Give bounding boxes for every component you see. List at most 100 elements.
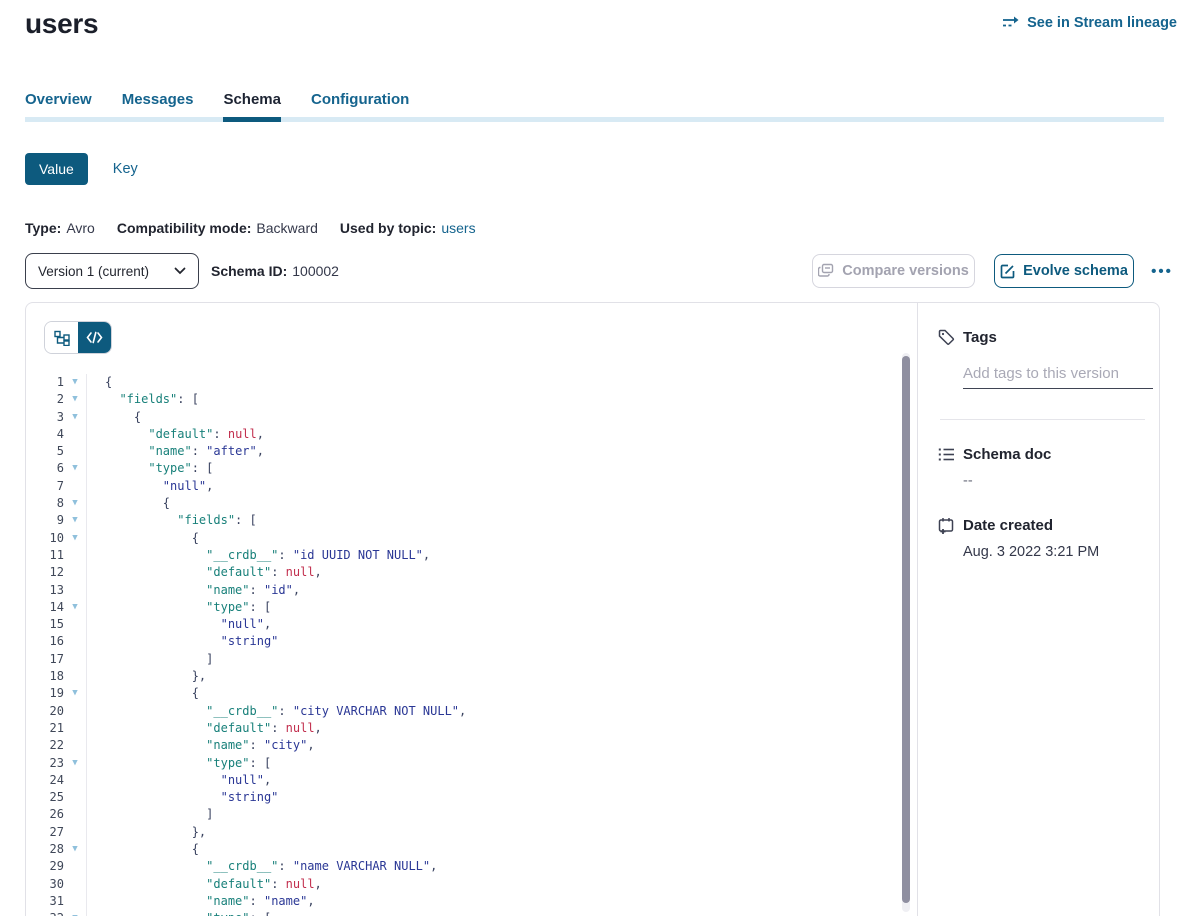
- code-token: :: [278, 859, 292, 873]
- code-token: "city VARCHAR NOT NULL": [293, 704, 459, 718]
- code-token: ,: [459, 704, 466, 718]
- code-text: ]: [86, 651, 897, 668]
- code-token: "default": [148, 427, 213, 441]
- fold-arrow-icon[interactable]: ▼: [64, 460, 86, 477]
- code-text: },: [86, 824, 897, 841]
- fold-spacer: [64, 789, 86, 806]
- line-number: 7: [26, 478, 64, 495]
- fold-arrow-icon[interactable]: ▼: [64, 841, 86, 858]
- code-token: "id": [264, 583, 293, 597]
- schema-code-editor[interactable]: 1▼{2▼ "fields": [3▼ {4 "default": null,5…: [26, 374, 897, 916]
- line-number: 4: [26, 426, 64, 443]
- version-select[interactable]: Version 1 (current): [25, 253, 199, 289]
- code-token: :: [250, 738, 264, 752]
- code-line: 26 ]: [26, 806, 897, 823]
- fold-arrow-icon[interactable]: ▼: [64, 409, 86, 426]
- tree-view-button[interactable]: [45, 322, 78, 353]
- fold-spacer: [64, 858, 86, 875]
- evolve-schema-button[interactable]: Evolve schema: [994, 254, 1134, 288]
- fold-spacer: [64, 651, 86, 668]
- line-number: 21: [26, 720, 64, 737]
- code-token: "string": [221, 634, 279, 648]
- fold-arrow-icon[interactable]: ▼: [64, 391, 86, 408]
- fold-spacer: [64, 564, 86, 581]
- code-token: "name": [206, 583, 249, 597]
- topic-link[interactable]: users: [441, 220, 475, 236]
- code-line: 22 "name": "city",: [26, 737, 897, 754]
- line-number: 27: [26, 824, 64, 841]
- fold-arrow-icon[interactable]: ▼: [64, 512, 86, 529]
- fold-arrow-icon[interactable]: ▼: [64, 530, 86, 547]
- fold-arrow-icon[interactable]: ▼: [64, 910, 86, 916]
- fold-arrow-icon[interactable]: ▼: [64, 495, 86, 512]
- code-token: null: [286, 565, 315, 579]
- fold-spacer: [64, 824, 86, 841]
- code-token: :: [213, 427, 227, 441]
- fold-arrow-icon[interactable]: ▼: [64, 374, 86, 391]
- code-text: "type": [: [86, 460, 897, 477]
- tab-underline-track: [25, 117, 1164, 122]
- code-text: "name": "id",: [86, 582, 897, 599]
- code-text: "__crdb__": "id UUID NOT NULL",: [86, 547, 897, 564]
- code-token: {: [105, 531, 199, 545]
- code-text: ]: [86, 806, 897, 823]
- fold-arrow-icon[interactable]: ▼: [64, 755, 86, 772]
- code-text: "default": null,: [86, 720, 897, 737]
- fold-arrow-icon[interactable]: ▼: [64, 599, 86, 616]
- code-line: 4 "default": null,: [26, 426, 897, 443]
- compatibility-value: Backward: [256, 220, 317, 236]
- code-token: :: [271, 721, 285, 735]
- code-line: 5 "name": "after",: [26, 443, 897, 460]
- more-options-button[interactable]: •••: [1144, 255, 1180, 287]
- schema-code-column: 1▼{2▼ "fields": [3▼ {4 "default": null,5…: [26, 303, 917, 916]
- code-token: "after": [206, 444, 257, 458]
- code-token: ,: [206, 479, 213, 493]
- page-title: users: [25, 8, 98, 40]
- edit-icon: [1000, 264, 1015, 279]
- code-token: : [: [250, 756, 272, 770]
- schema-meta-row: Type: Avro Compatibility mode: Backward …: [25, 220, 476, 236]
- add-tags-input[interactable]: [963, 362, 1153, 389]
- code-token: [105, 427, 148, 441]
- code-text: {: [86, 685, 897, 702]
- stream-lineage-label: See in Stream lineage: [1027, 15, 1177, 31]
- key-tab-button[interactable]: Key: [113, 161, 138, 177]
- line-number: 14: [26, 599, 64, 616]
- code-token: "string": [221, 790, 279, 804]
- code-line: 28▼ {: [26, 841, 897, 858]
- fold-spacer: [64, 443, 86, 460]
- code-text: "null",: [86, 616, 897, 633]
- fold-spacer: [64, 616, 86, 633]
- code-token: {: [105, 496, 170, 510]
- code-view-button[interactable]: [78, 322, 111, 353]
- code-token: "type": [206, 911, 249, 916]
- code-token: "name": [206, 894, 249, 908]
- editor-scrollbar[interactable]: [902, 353, 910, 912]
- schema-doc-title: Schema doc: [963, 446, 1051, 463]
- code-token: :: [271, 877, 285, 891]
- code-token: : [: [192, 461, 214, 475]
- code-token: [105, 859, 206, 873]
- value-tab-button[interactable]: Value: [25, 153, 88, 185]
- code-text: {: [86, 374, 897, 391]
- editor-scrollbar-thumb[interactable]: [902, 356, 910, 903]
- code-token: "type": [206, 600, 249, 614]
- line-number: 32: [26, 910, 64, 916]
- stream-lineage-link[interactable]: See in Stream lineage: [1002, 15, 1177, 31]
- fold-arrow-icon[interactable]: ▼: [64, 685, 86, 702]
- code-line: 9▼ "fields": [: [26, 512, 897, 529]
- code-token: [105, 565, 206, 579]
- code-token: :: [278, 548, 292, 562]
- code-line: 20 "__crdb__": "city VARCHAR NOT NULL",: [26, 703, 897, 720]
- chevron-down-icon: [174, 267, 186, 275]
- code-token: [105, 790, 221, 804]
- line-number: 8: [26, 495, 64, 512]
- code-token: "__crdb__": [206, 548, 278, 562]
- fold-spacer: [64, 893, 86, 910]
- date-created-title: Date created: [963, 517, 1053, 534]
- compare-versions-button[interactable]: Compare versions: [812, 254, 975, 288]
- code-token: "type": [206, 756, 249, 770]
- code-token: [105, 721, 206, 735]
- code-token: ,: [315, 565, 322, 579]
- tab-schema[interactable]: Schema: [223, 88, 281, 122]
